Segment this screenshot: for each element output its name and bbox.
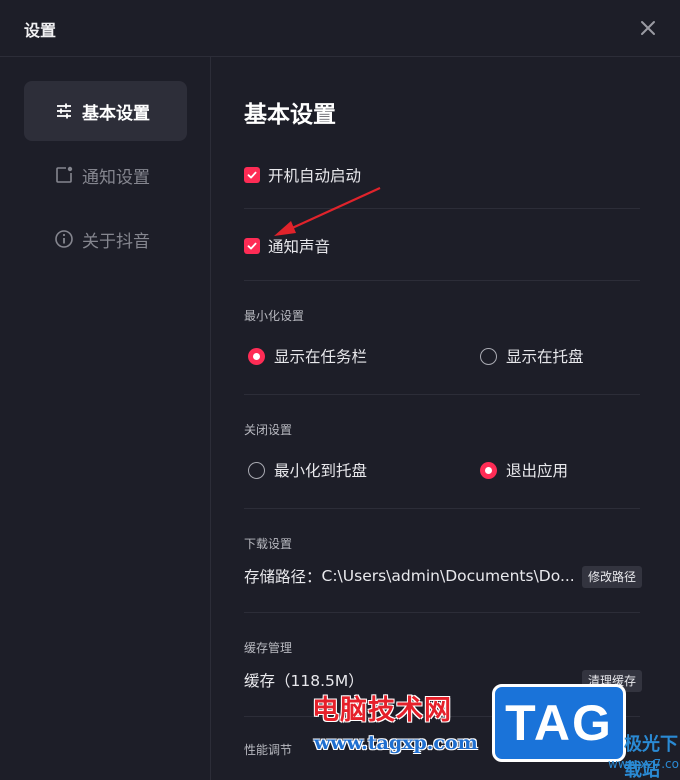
close-button[interactable] — [636, 16, 660, 40]
divider — [244, 612, 640, 613]
radio-checked — [480, 461, 497, 479]
radio-label: 退出应用 — [506, 462, 569, 480]
title-bar: 设置 — [0, 0, 680, 57]
watermark-url: www.tagxp.com — [314, 732, 478, 754]
notification-sound-checkbox[interactable]: 通知声音 — [244, 235, 330, 257]
main-panel: 基本设置 开机自动启动 通知声音 最小化设置 显示在任务栏 显示在托盘 关闭设置 — [212, 57, 680, 780]
radio-label: 最小化到托盘 — [274, 462, 368, 480]
close-section-title: 关闭设置 — [244, 423, 293, 437]
radio-show-tray[interactable]: 显示在托盘 — [480, 345, 584, 367]
checkbox-checked — [244, 238, 260, 254]
sidebar-item-label: 通知设置 — [82, 167, 150, 188]
notification-sound-label: 通知声音 — [268, 238, 331, 256]
sliders-icon — [54, 101, 74, 121]
sidebar-item-about[interactable]: 关于抖音 — [24, 209, 187, 269]
auto-start-label: 开机自动启动 — [268, 167, 362, 185]
sidebar-item-label: 基本设置 — [82, 103, 150, 124]
radio-unchecked — [248, 461, 265, 479]
storage-path-value: C:\Users\admin\Documents\Do... — [321, 567, 575, 585]
checkbox-checked — [244, 167, 260, 183]
radio-label: 显示在托盘 — [506, 348, 584, 366]
performance-section-title: 性能调节 — [244, 743, 293, 757]
check-icon — [247, 242, 257, 250]
sidebar-item-label: 关于抖音 — [82, 231, 150, 252]
watermark-site-name: 电脑技术网 — [312, 695, 452, 726]
divider — [244, 280, 640, 281]
radio-minimize-to-tray[interactable]: 最小化到托盘 — [248, 459, 367, 481]
download-section-title: 下载设置 — [244, 537, 293, 551]
cache-section-title: 缓存管理 — [244, 641, 293, 655]
divider — [244, 394, 640, 395]
watermark-side-url: www.xz7.com — [608, 757, 680, 771]
radio-label: 显示在任务栏 — [274, 348, 368, 366]
minimize-section-title: 最小化设置 — [244, 309, 305, 323]
radio-show-taskbar[interactable]: 显示在任务栏 — [248, 345, 367, 367]
sidebar-item-notification-settings[interactable]: 通知设置 — [24, 145, 187, 205]
sidebar-item-basic-settings[interactable]: 基本设置 — [24, 81, 187, 141]
radio-exit-app[interactable]: 退出应用 — [480, 459, 568, 481]
radio-checked — [248, 347, 265, 365]
storage-path-label: 存储路径： — [244, 568, 322, 586]
watermark-logo: TAG — [492, 684, 626, 762]
auto-start-checkbox[interactable]: 开机自动启动 — [244, 164, 361, 186]
settings-window: 设置 基本设置 通知设置 关于抖音 基本设置 开机自动启动 通知声音 最小化设置… — [0, 0, 680, 780]
sidebar: 基本设置 通知设置 关于抖音 — [0, 57, 211, 780]
check-icon — [247, 171, 257, 179]
page-title: 基本设置 — [244, 102, 336, 128]
info-icon — [54, 229, 74, 249]
notification-icon — [54, 165, 74, 185]
radio-unchecked — [480, 347, 497, 365]
close-icon — [641, 21, 655, 35]
divider — [244, 508, 640, 509]
watermark-side-text: 极光下载站 — [624, 734, 678, 780]
divider — [244, 208, 640, 209]
change-path-button[interactable]: 修改路径 — [582, 566, 643, 588]
window-title: 设置 — [24, 21, 57, 40]
